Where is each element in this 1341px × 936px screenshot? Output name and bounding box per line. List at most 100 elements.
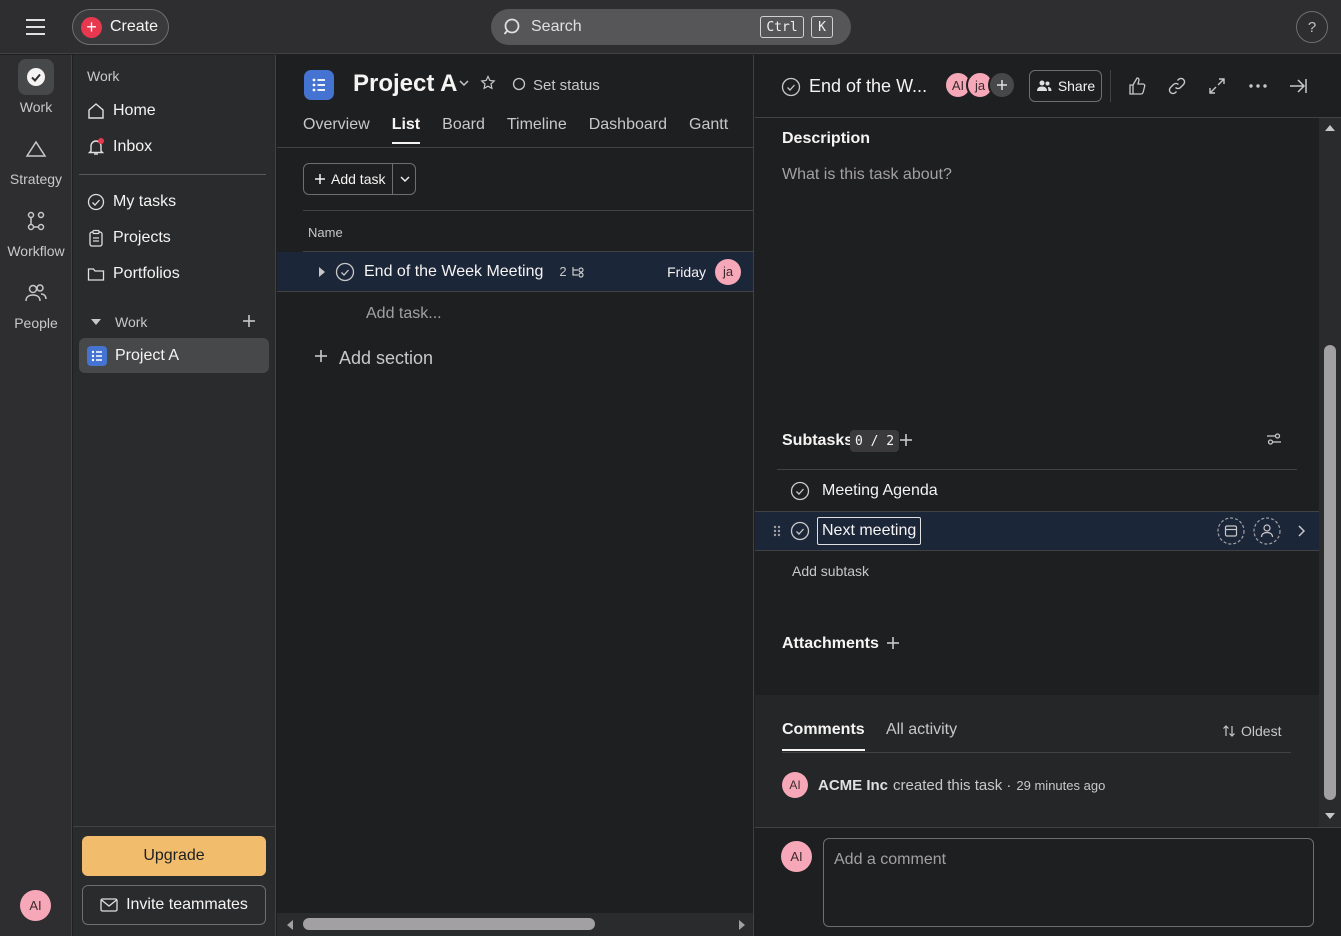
due-date-icon[interactable] — [1217, 517, 1245, 545]
vertical-scrollbar[interactable] — [1319, 118, 1341, 827]
invite-teammates-button[interactable]: Invite teammates — [82, 885, 266, 925]
close-panel-icon[interactable] — [1288, 76, 1308, 96]
menu-icon[interactable] — [24, 16, 48, 38]
set-status-button[interactable]: Set status — [533, 77, 600, 94]
chevron-down-icon[interactable] — [458, 78, 470, 88]
invite-label: Invite teammates — [126, 896, 248, 913]
rail-item-workflow[interactable]: Workflow — [0, 203, 72, 259]
assignee-icon[interactable] — [1253, 517, 1281, 545]
more-options-icon[interactable] — [1247, 76, 1269, 96]
home-icon — [87, 102, 105, 120]
people-icon — [18, 275, 54, 311]
star-icon[interactable] — [480, 75, 496, 91]
comment-input[interactable]: Add a comment — [823, 838, 1314, 927]
section-caret-icon[interactable] — [89, 315, 103, 329]
add-subtask-plus-icon[interactable] — [899, 433, 913, 447]
add-attachment-plus-icon[interactable] — [886, 636, 900, 650]
tab-timeline[interactable]: Timeline — [507, 116, 567, 144]
add-collaborator-icon[interactable] — [988, 71, 1016, 99]
activity-author[interactable]: ACME Inc — [818, 777, 888, 794]
detail-task-title[interactable]: End of the W... — [809, 76, 927, 97]
share-button[interactable]: Share — [1029, 70, 1102, 102]
task-row[interactable]: End of the Week Meeting 2 Friday ja — [277, 252, 753, 292]
drag-handle-icon[interactable] — [772, 524, 782, 538]
chevron-right-icon[interactable] — [1297, 525, 1305, 537]
vertical-scroll-thumb[interactable] — [1324, 345, 1336, 800]
top-bar: + Create Search Ctrl K ? — [0, 0, 1341, 54]
rail-item-people[interactable]: People — [0, 275, 72, 331]
horizontal-scroll-thumb[interactable] — [303, 918, 595, 930]
subtask-count: 2 — [559, 264, 567, 279]
activity-avatar: AI — [782, 772, 808, 798]
subtask-name[interactable]: Meeting Agenda — [822, 482, 938, 500]
scroll-down-icon[interactable] — [1324, 811, 1336, 821]
add-task-inline[interactable]: Add task... — [366, 305, 442, 323]
sidebar-section-title: Work — [115, 314, 148, 330]
sidebar-item-label: My tasks — [113, 193, 177, 210]
scroll-right-icon[interactable] — [737, 919, 747, 931]
status-circle-icon — [512, 77, 526, 91]
sidebar-item-projects[interactable]: Projects — [79, 221, 269, 255]
task-check-icon[interactable] — [335, 262, 355, 282]
tab-gantt[interactable]: Gantt — [689, 116, 728, 144]
subtask-row-editing[interactable]: Next meeting — [755, 511, 1319, 551]
tab-dashboard[interactable]: Dashboard — [589, 116, 667, 144]
activity-area: Comments All activity Oldest AI ACME Inc… — [755, 695, 1319, 827]
search-label: Search — [531, 18, 582, 35]
expand-icon[interactable] — [1207, 76, 1227, 96]
add-task-dropdown-icon[interactable] — [392, 164, 416, 194]
scroll-up-icon[interactable] — [1324, 123, 1336, 133]
rail-item-work[interactable]: Work — [0, 59, 72, 115]
task-name[interactable]: End of the Week Meeting — [364, 263, 543, 281]
task-due-date[interactable]: Friday — [667, 264, 706, 280]
tab-board[interactable]: Board — [442, 116, 485, 144]
add-section-button[interactable]: Add section — [339, 348, 433, 369]
subtask-sort-icon[interactable] — [1266, 432, 1282, 446]
add-project-plus-icon[interactable] — [242, 314, 256, 328]
help-button[interactable]: ? — [1296, 11, 1328, 43]
user-avatar[interactable]: AI — [20, 890, 51, 921]
sidebar-item-label: Projects — [113, 229, 171, 246]
complete-check-icon[interactable] — [781, 77, 801, 97]
task-detail-panel: End of the W... AI ja Share Description … — [755, 55, 1341, 936]
header-divider — [1110, 70, 1111, 102]
horizontal-scrollbar[interactable] — [277, 913, 753, 936]
sidebar-item-my-tasks[interactable]: My tasks — [79, 185, 269, 219]
description-field[interactable]: What is this task about? — [782, 166, 952, 184]
upgrade-button[interactable]: Upgrade — [82, 836, 266, 876]
tab-comments[interactable]: Comments — [782, 721, 865, 751]
sidebar-item-project-a[interactable]: Project A — [79, 338, 269, 373]
link-icon[interactable] — [1167, 76, 1187, 96]
search-icon — [503, 17, 523, 37]
check-circle-icon — [87, 193, 105, 211]
sidebar-item-label: Portfolios — [113, 265, 180, 282]
project-title[interactable]: Project A — [353, 70, 457, 98]
subtask-name-input[interactable]: Next meeting — [817, 517, 922, 545]
rail-item-strategy[interactable]: Strategy — [0, 131, 72, 187]
list-project-icon — [87, 345, 107, 366]
add-task-button[interactable]: Add task — [303, 163, 416, 195]
sidebar-item-home[interactable]: Home — [79, 94, 269, 128]
expand-caret-icon[interactable] — [317, 266, 327, 278]
subtask-check-icon[interactable] — [790, 481, 810, 501]
rail-label-work: Work — [19, 99, 53, 115]
sort-oldest-button[interactable]: Oldest — [1222, 723, 1281, 739]
search-bar[interactable]: Search Ctrl K — [491, 9, 851, 45]
subtask-icon — [571, 266, 585, 278]
assignee-avatar[interactable]: ja — [715, 258, 741, 285]
tab-overview[interactable]: Overview — [303, 116, 370, 144]
add-subtask-button[interactable]: Add subtask — [792, 563, 869, 579]
scroll-left-icon[interactable] — [285, 919, 295, 931]
collaborators[interactable]: AI ja — [944, 71, 1016, 99]
subtask-check-icon[interactable] — [790, 521, 810, 541]
tab-all-activity[interactable]: All activity — [886, 721, 957, 739]
activity-time: 29 minutes ago — [1016, 778, 1106, 793]
comment-composer: AI Add a comment — [755, 827, 1341, 936]
like-icon[interactable] — [1127, 76, 1147, 96]
sidebar-item-inbox[interactable]: Inbox — [79, 130, 269, 164]
subtask-row[interactable]: Meeting Agenda — [777, 471, 1297, 511]
shortcut-key-ctrl: Ctrl — [760, 16, 804, 38]
create-button[interactable]: + Create — [72, 9, 169, 45]
tab-list[interactable]: List — [391, 116, 421, 144]
sidebar-item-portfolios[interactable]: Portfolios — [79, 257, 269, 291]
